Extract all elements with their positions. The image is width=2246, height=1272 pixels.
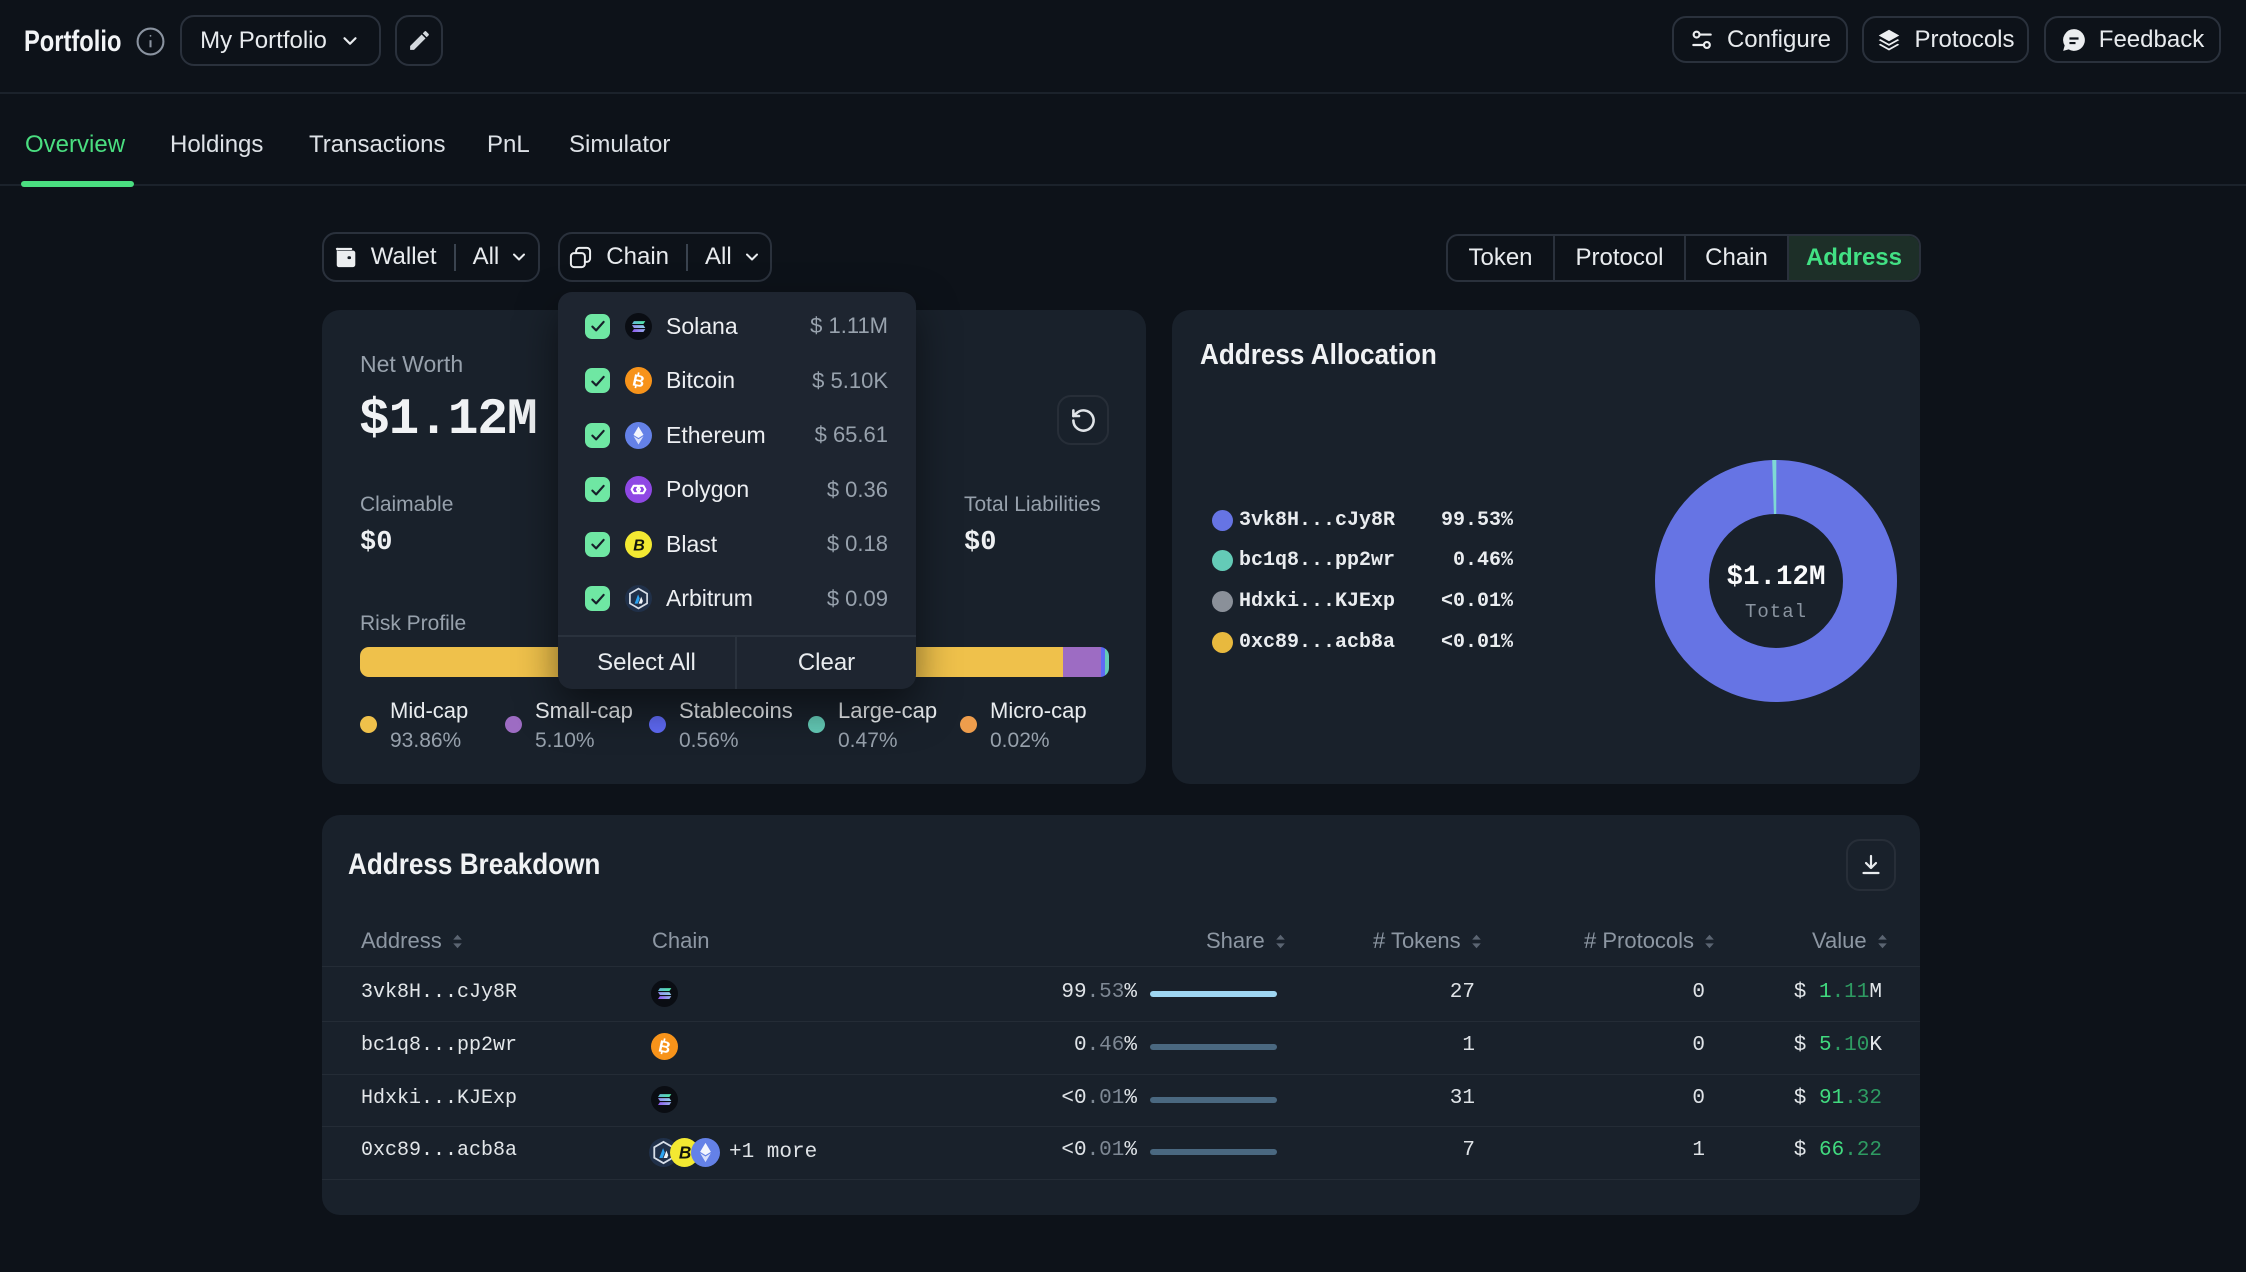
svg-text:B: B — [633, 537, 645, 554]
svg-text:B: B — [679, 1143, 691, 1163]
